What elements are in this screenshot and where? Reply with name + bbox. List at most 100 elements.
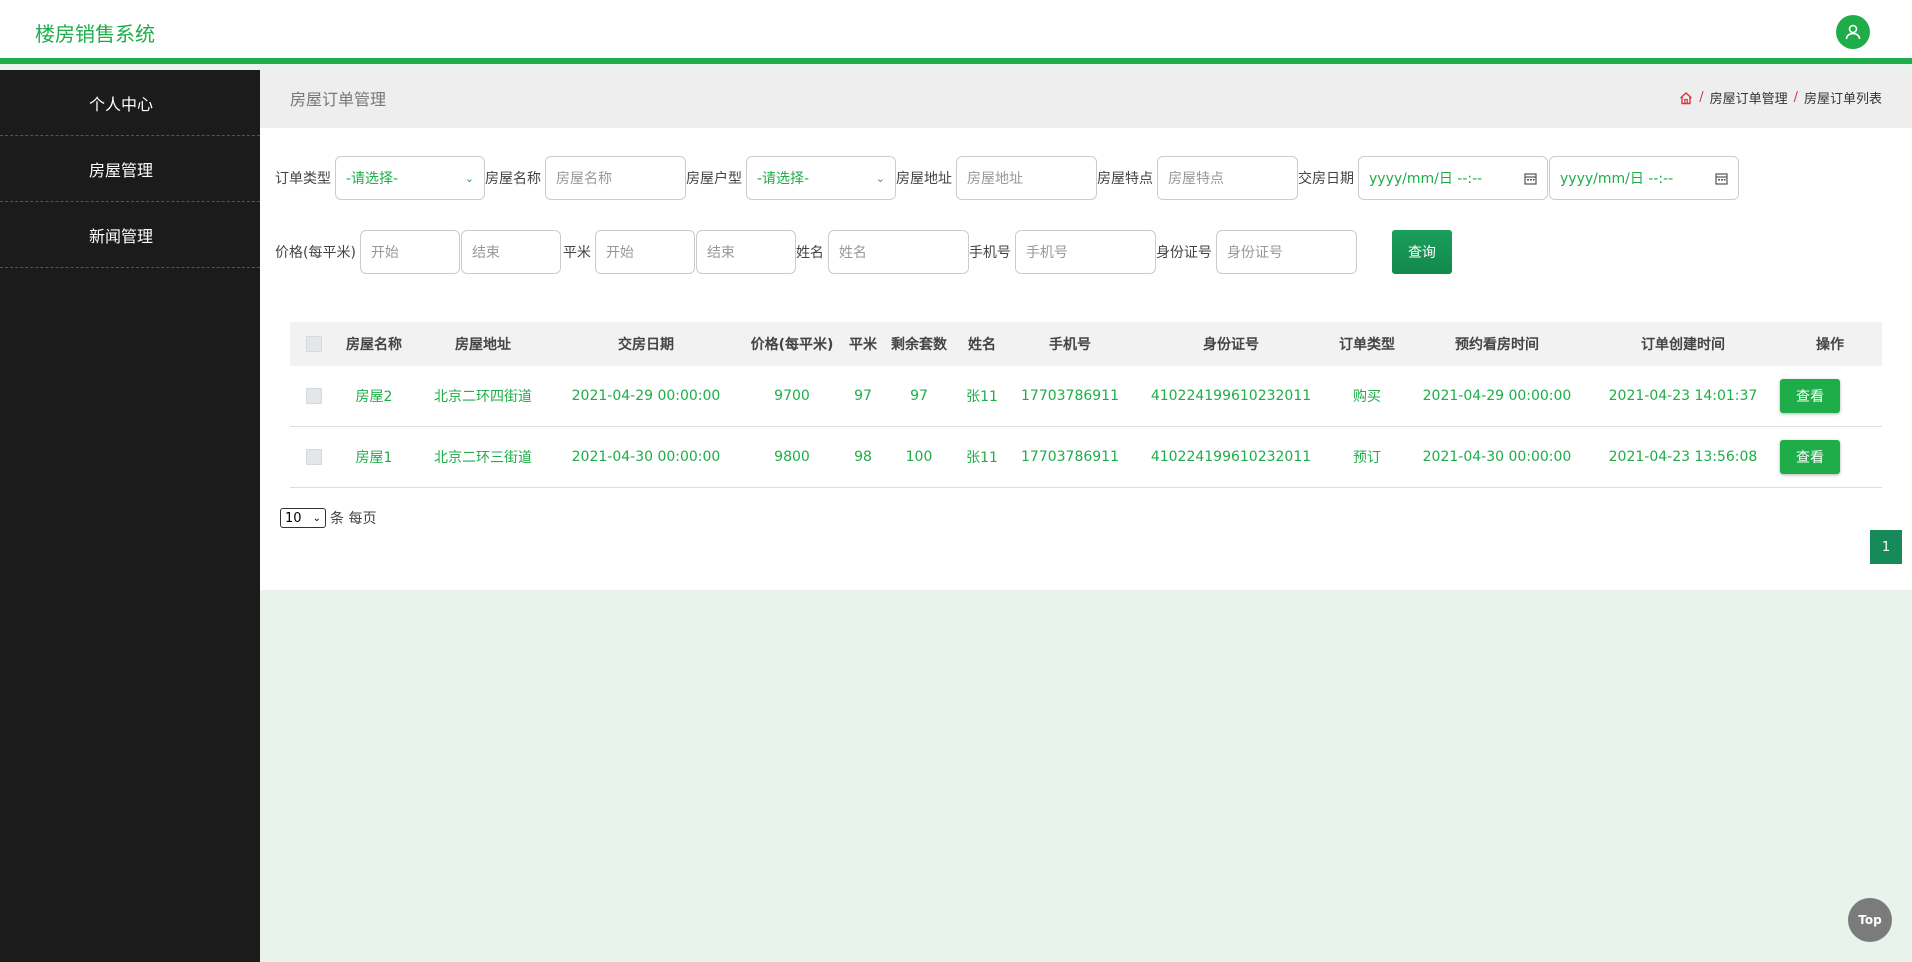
- table-row: 房屋1 北京二环三街道 2021-04-30 00:00:00 9800 98 …: [290, 427, 1882, 488]
- page-header: 房屋订单管理 / 房屋订单管理 / 房屋订单列表: [260, 70, 1912, 128]
- chevron-down-icon: ⌄: [464, 171, 474, 185]
- page-size-select[interactable]: 10 ⌄: [280, 508, 326, 528]
- id-card-placeholder: 身份证号: [1226, 245, 1283, 261]
- column-header: 房屋地址: [455, 337, 511, 353]
- column-header: 身份证号: [1203, 337, 1259, 353]
- breadcrumb-separator: /: [1793, 90, 1798, 105]
- handover-date-to-input[interactable]: yyyy/mm/日 --:--: [1549, 156, 1739, 200]
- page-size-label: 条 每页: [330, 511, 377, 527]
- sidebar-item-house-management[interactable]: 房屋管理: [0, 136, 260, 202]
- cell-order-type: 预订: [1353, 450, 1381, 466]
- house-feature-input[interactable]: 房屋特点: [1157, 156, 1298, 200]
- price-to-placeholder: 结束: [471, 245, 500, 261]
- column-header: 剩余套数: [891, 337, 947, 353]
- date-from-value: yyyy/mm/日 --:--: [1369, 171, 1483, 187]
- cell-handover-date: 2021-04-29 00:00:00: [571, 388, 721, 404]
- column-header: 操作: [1816, 337, 1844, 353]
- sidebar-item-news-management[interactable]: 新闻管理: [0, 202, 260, 268]
- top-bar: 楼房销售系统: [0, 0, 1912, 64]
- name-input[interactable]: 姓名: [827, 230, 969, 274]
- view-button[interactable]: 查看: [1780, 440, 1840, 474]
- main-content: 房屋订单管理 / 房屋订单管理 / 房屋订单列表 订单类型 -请选择- ⌄ 房屋…: [260, 70, 1912, 590]
- column-header: 交房日期: [618, 337, 674, 353]
- breadcrumb-item-order-management[interactable]: 房屋订单管理: [1710, 88, 1788, 107]
- cell-house-address: 北京二环三街道: [434, 450, 532, 466]
- column-header: 预约看房时间: [1455, 337, 1539, 353]
- cell-price: 9800: [774, 449, 810, 465]
- order-type-select[interactable]: -请选择- ⌄: [335, 156, 485, 200]
- cell-name: 张11: [966, 389, 998, 405]
- page-size-value: 10: [285, 510, 302, 526]
- area-from-input[interactable]: 开始: [594, 230, 695, 274]
- chevron-down-icon: ⌄: [875, 171, 885, 185]
- area-to-input[interactable]: 结束: [695, 230, 796, 274]
- breadcrumb-separator: /: [1699, 90, 1704, 105]
- house-name-placeholder: 房屋名称: [556, 171, 612, 187]
- cell-house-address: 北京二环四街道: [434, 389, 532, 405]
- user-icon: [1845, 24, 1861, 40]
- calendar-icon[interactable]: [1524, 172, 1537, 185]
- row-checkbox[interactable]: [306, 388, 322, 404]
- house-feature-label: 房屋特点: [1097, 171, 1153, 187]
- cell-phone: 17703786911: [1021, 388, 1119, 404]
- back-to-top-button[interactable]: Top: [1848, 898, 1892, 942]
- column-header: 姓名: [968, 337, 996, 353]
- table-header-row: 房屋名称 房屋地址 交房日期 价格(每平米) 平米 剩余套数 姓名 手机号 身份…: [290, 322, 1882, 366]
- filter-row-2: 价格(每平米) 开始 结束 平米 开始 结束 姓名 姓名 手机号 手机号 身份证…: [275, 230, 1452, 274]
- cell-remaining: 100: [905, 449, 933, 465]
- sidebar-item-personal-center[interactable]: 个人中心: [0, 70, 260, 136]
- row-checkbox[interactable]: [306, 449, 322, 465]
- breadcrumb-item-order-list: 房屋订单列表: [1803, 92, 1882, 107]
- price-to-input[interactable]: 结束: [460, 230, 561, 274]
- house-name-input[interactable]: 房屋名称: [545, 156, 686, 200]
- house-type-select[interactable]: -请选择- ⌄: [746, 156, 896, 200]
- house-address-input[interactable]: 房屋地址: [956, 156, 1097, 200]
- house-address-label: 房屋地址: [896, 171, 952, 187]
- cell-area: 98: [854, 449, 872, 465]
- cell-created-time: 2021-04-23 14:01:37: [1608, 388, 1758, 404]
- column-header: 手机号: [1049, 337, 1091, 353]
- column-header: 价格(每平米): [750, 337, 834, 353]
- view-button[interactable]: 查看: [1780, 379, 1840, 413]
- name-label: 姓名: [795, 245, 824, 261]
- phone-input[interactable]: 手机号: [1014, 230, 1156, 274]
- breadcrumb: / 房屋订单管理 / 房屋订单列表: [1679, 88, 1882, 107]
- handover-date-label: 交房日期: [1298, 171, 1354, 187]
- query-button[interactable]: 查询: [1391, 230, 1452, 274]
- date-to-value: yyyy/mm/日 --:--: [1560, 171, 1674, 187]
- page-button-current[interactable]: 1: [1870, 530, 1902, 564]
- filter-row-1: 订单类型 -请选择- ⌄ 房屋名称 房屋名称 房屋户型 -请选择- ⌄ 房屋地址…: [275, 156, 1739, 200]
- area-from-placeholder: 开始: [605, 245, 634, 261]
- cell-viewing-time: 2021-04-30 00:00:00: [1422, 449, 1572, 465]
- chevron-down-icon: ⌄: [312, 512, 321, 524]
- handover-date-from-input[interactable]: yyyy/mm/日 --:--: [1358, 156, 1548, 200]
- page-title: 房屋订单管理: [290, 90, 387, 109]
- sidebar-item-label: 新闻管理: [89, 226, 154, 246]
- column-header: 房屋名称: [346, 337, 402, 353]
- house-type-label: 房屋户型: [686, 171, 742, 187]
- user-avatar-button[interactable]: [1836, 15, 1870, 49]
- price-from-input[interactable]: 开始: [359, 230, 460, 274]
- house-address-placeholder: 房屋地址: [967, 171, 1023, 187]
- select-all-checkbox[interactable]: [306, 336, 322, 352]
- house-feature-placeholder: 房屋特点: [1168, 171, 1224, 187]
- id-card-input[interactable]: 身份证号: [1215, 230, 1357, 274]
- home-icon[interactable]: [1679, 91, 1693, 105]
- sidebar: 个人中心 房屋管理 新闻管理: [0, 70, 260, 962]
- cell-remaining: 97: [910, 388, 928, 404]
- orders-table: 房屋名称 房屋地址 交房日期 价格(每平米) 平米 剩余套数 姓名 手机号 身份…: [290, 322, 1882, 488]
- column-header: 订单创建时间: [1641, 337, 1725, 353]
- cell-house-name: 房屋1: [355, 450, 393, 466]
- area-label: 平米: [562, 245, 591, 261]
- app-title: 楼房销售系统: [35, 22, 155, 46]
- column-header: 订单类型: [1339, 337, 1395, 353]
- cell-handover-date: 2021-04-30 00:00:00: [571, 449, 721, 465]
- price-label: 价格(每平米): [275, 245, 356, 261]
- table-row: 房屋2 北京二环四街道 2021-04-29 00:00:00 9700 97 …: [290, 366, 1882, 427]
- phone-placeholder: 手机号: [1025, 245, 1068, 261]
- calendar-icon[interactable]: [1715, 172, 1728, 185]
- cell-phone: 17703786911: [1021, 449, 1119, 465]
- id-card-label: 身份证号: [1155, 245, 1212, 261]
- name-placeholder: 姓名: [838, 245, 867, 261]
- house-type-value: -请选择-: [757, 171, 810, 187]
